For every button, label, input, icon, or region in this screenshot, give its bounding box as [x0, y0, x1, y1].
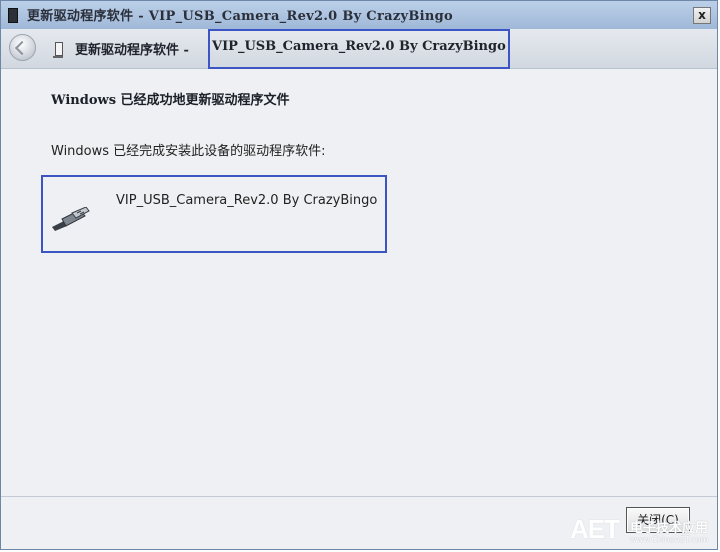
highlight-box — [41, 175, 387, 253]
watermark-text: 电子技术应用 — [630, 521, 709, 536]
device-icon — [8, 8, 18, 23]
watermark: AET 电子技术应用 www.ChinaAET.com — [568, 512, 718, 548]
watermark-url: www.ChinaAET.com — [630, 535, 709, 544]
highlight-box — [208, 29, 510, 69]
close-window-button[interactable]: x — [693, 7, 711, 24]
window-title: 更新驱动程序软件 - VIP_USB_Camera_Rev2.0 By Craz… — [27, 9, 454, 24]
install-message: Windows 已经完成安装此设备的驱动程序软件: — [51, 144, 326, 159]
device-icon — [53, 42, 63, 58]
back-button[interactable] — [9, 34, 36, 61]
navigation-bar: 更新驱动程序软件 - VIP_USB_Camera_Rev2.0 By Craz… — [1, 29, 717, 69]
content-panel: Windows 已经成功地更新驱动程序文件 Windows 已经完成安装此设备的… — [1, 69, 717, 496]
title-bar[interactable]: 更新驱动程序软件 - VIP_USB_Camera_Rev2.0 By Craz… — [1, 1, 717, 29]
success-heading: Windows 已经成功地更新驱动程序文件 — [51, 93, 290, 108]
watermark-logo: AET — [570, 514, 620, 544]
nav-title-prefix: 更新驱动程序软件 - — [75, 43, 189, 58]
usb-connector-icon — [52, 207, 90, 231]
device-name: VIP_USB_Camera_Rev2.0 By CrazyBingo — [116, 193, 378, 208]
driver-update-window: 更新驱动程序软件 - VIP_USB_Camera_Rev2.0 By Craz… — [0, 0, 718, 550]
